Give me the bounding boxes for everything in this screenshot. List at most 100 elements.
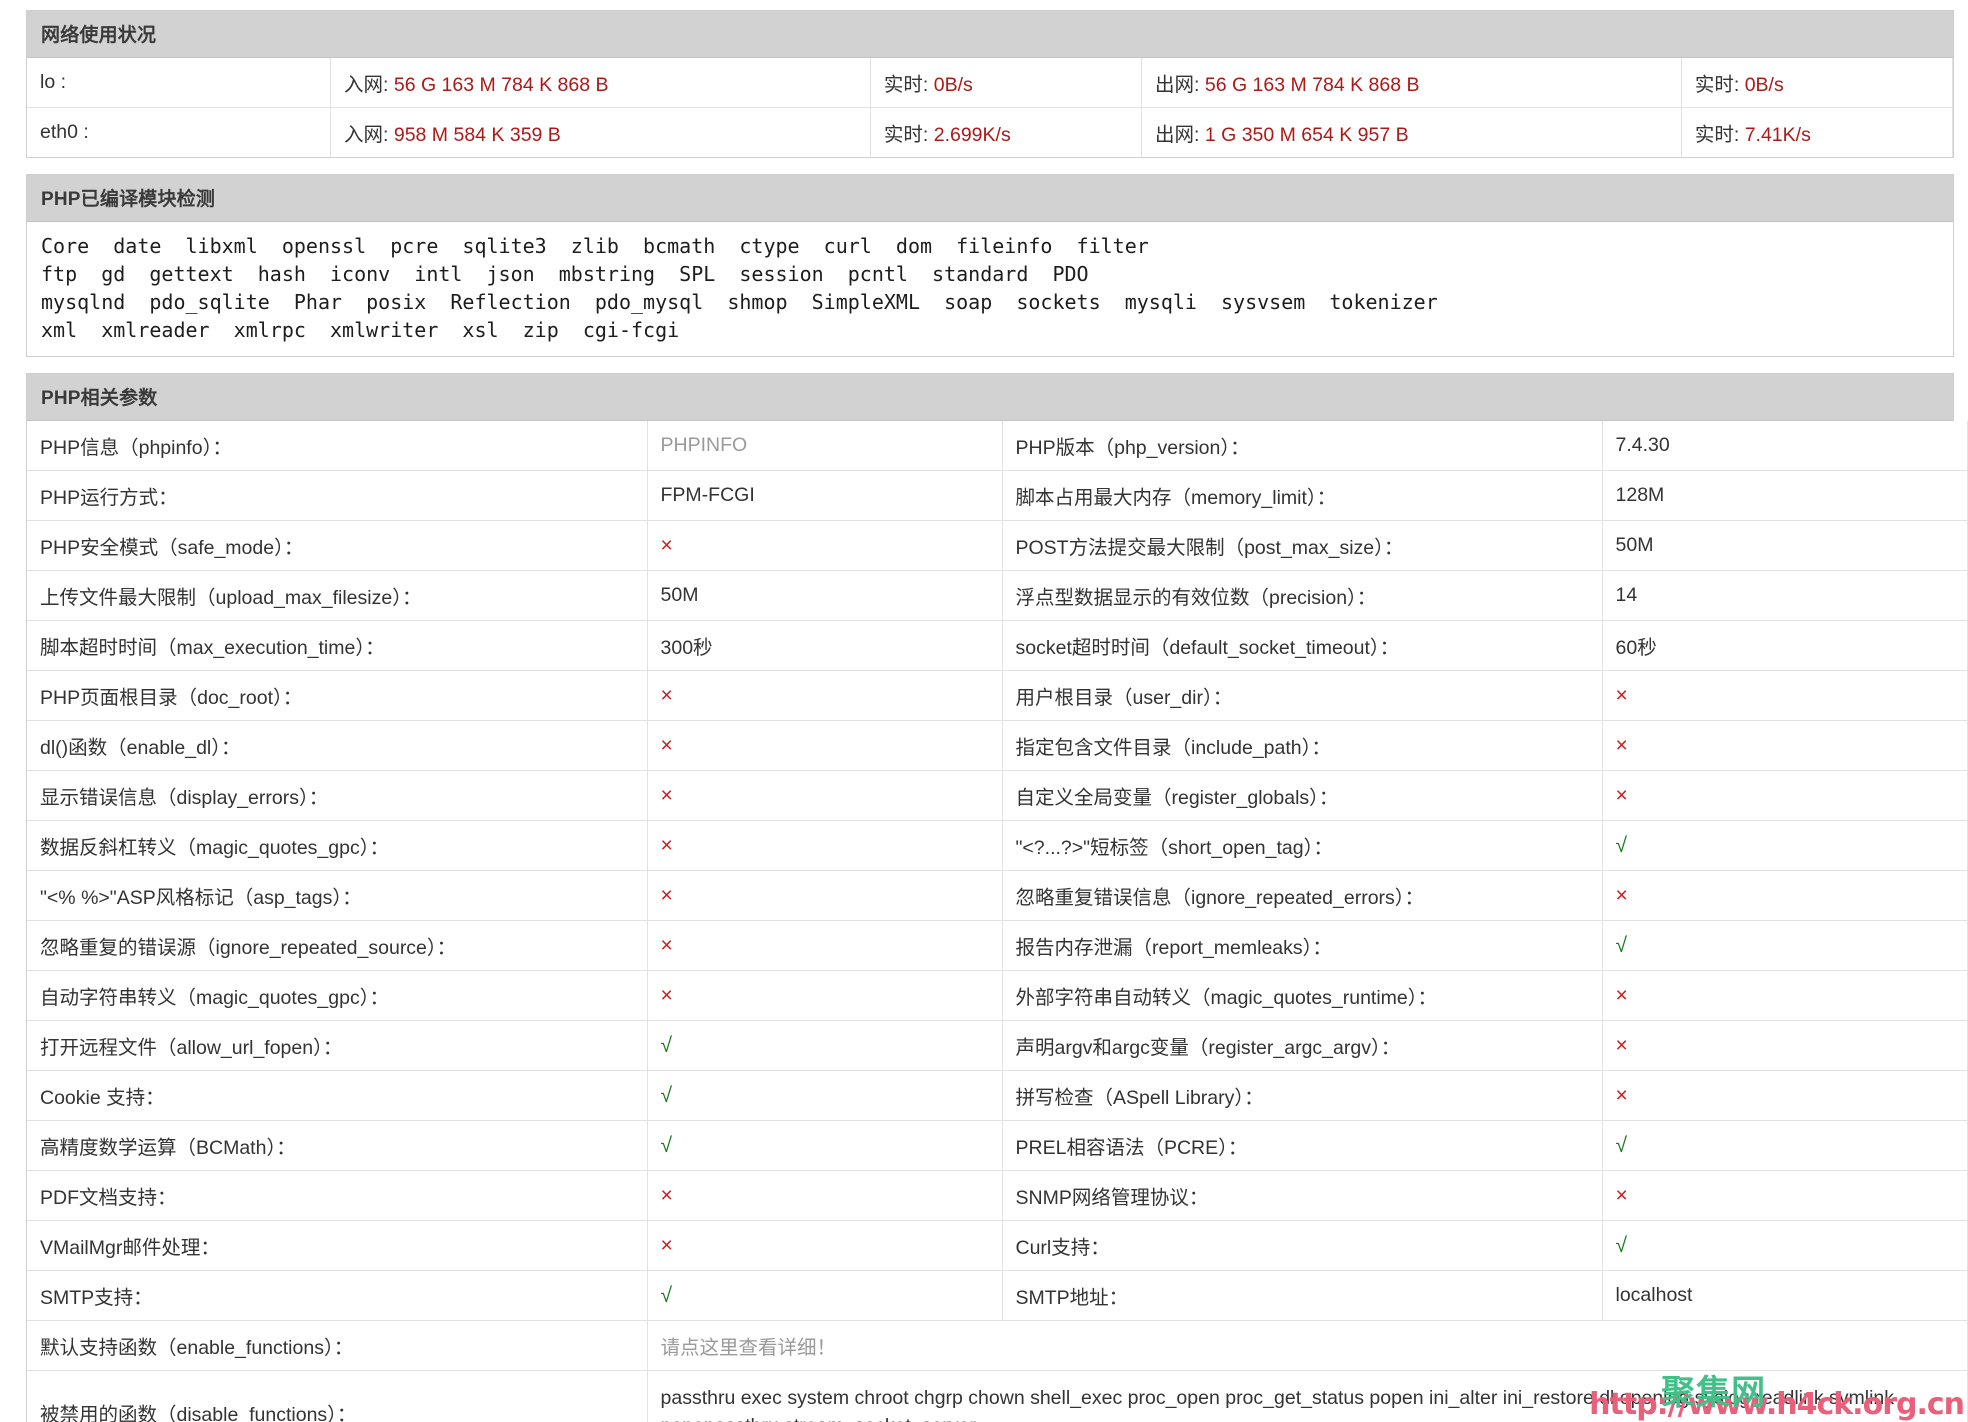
php-parameter-value-text: × bbox=[660, 683, 673, 707]
php-parameter-value-secondary: × bbox=[1602, 870, 1968, 921]
site-watermark: http://www.h4ck.org.cn 聚集网 bbox=[1589, 1376, 1965, 1420]
php-parameter-value-secondary: × bbox=[1602, 1170, 1968, 1221]
php-parameter-value-text[interactable]: PHPINFO bbox=[661, 434, 748, 456]
php-parameter-value: √ bbox=[647, 1070, 1003, 1121]
php-parameter-label: 高精度数学运算（BCMath）： bbox=[27, 1120, 648, 1171]
php-parameter-value: × bbox=[647, 770, 1003, 821]
php-parameter-value-secondary: 50M bbox=[1602, 520, 1968, 571]
network-row: lo : 入网: 56 G 163 M 784 K 868 B 实时: 0B/s 出网… bbox=[27, 58, 1954, 108]
php-parameter-value-secondary-text: 50M bbox=[1615, 534, 1654, 556]
php-parameter-label: 脚本超时时间（max_execution_time）： bbox=[27, 620, 648, 671]
php-parameter-label: PHP运行方式： bbox=[27, 470, 648, 521]
php-modules-panel: PHP已编译模块检测 Core date libxml openssl pcre… bbox=[26, 174, 1954, 357]
php-parameter-value-secondary-text: localhost bbox=[1615, 1284, 1693, 1306]
realtime-label: 实时: bbox=[883, 124, 929, 146]
php-parameter-value-text: × bbox=[660, 733, 673, 757]
inbound-label: 入网: bbox=[344, 124, 389, 146]
php-parameter-value-secondary: × bbox=[1602, 970, 1968, 1021]
enable-functions-label: 默认支持函数（enable_functions）： bbox=[27, 1320, 648, 1371]
enable-functions-value[interactable]: 请点这里查看详细！ bbox=[647, 1320, 1968, 1371]
php-parameter-label-secondary: SNMP网络管理协议： bbox=[1002, 1170, 1603, 1221]
php-parameter-value-secondary: 14 bbox=[1602, 570, 1968, 621]
php-parameter-label: 打开远程文件（allow_url_fopen）： bbox=[27, 1020, 648, 1071]
outbound-value: 56 G 163 M 784 K 868 B bbox=[1204, 74, 1420, 96]
php-parameter-label-secondary: socket超时时间（default_socket_timeout）： bbox=[1002, 620, 1603, 671]
php-parameter-label: 忽略重复的错误源（ignore_repeated_source）： bbox=[27, 920, 648, 971]
php-parameter-value-secondary: 7.4.30 bbox=[1602, 421, 1968, 471]
network-outbound-total: 出网: 56 G 163 M 784 K 868 B bbox=[1141, 58, 1682, 108]
php-parameter-value-text: × bbox=[660, 983, 673, 1007]
php-parameter-value-secondary: √ bbox=[1602, 920, 1968, 971]
php-parameter-value-secondary-text: × bbox=[1615, 783, 1628, 807]
php-parameter-row: 上传文件最大限制（upload_max_filesize）： 50M 浮点型数据显示… bbox=[27, 570, 1968, 621]
php-parameter-value-text: × bbox=[660, 533, 673, 557]
php-parameter-row: PHP页面根目录（doc_root）： × 用户根目录（user_dir）： × bbox=[27, 670, 1968, 721]
php-parameter-label: 自动字符串转义（magic_quotes_gpc）： bbox=[27, 970, 648, 1021]
php-parameter-value-secondary: √ bbox=[1602, 1220, 1968, 1271]
php-parameter-label-secondary: "<?...?>"短标签（short_open_tag）： bbox=[1002, 820, 1603, 871]
php-parameter-label: dl()函数（enable_dl）： bbox=[27, 720, 648, 771]
php-parameter-value-secondary-text: √ bbox=[1615, 933, 1628, 957]
network-inbound-total: 入网: 56 G 163 M 784 K 868 B bbox=[330, 58, 871, 108]
php-parameter-value-secondary-text: × bbox=[1615, 1183, 1628, 1207]
php-parameter-value: × bbox=[647, 870, 1003, 921]
outbound-label: 出网: bbox=[1155, 74, 1200, 96]
network-usage-panel: 网络使用状况 lo : 入网: 56 G 163 M 784 K 868 B 实时:… bbox=[26, 10, 1954, 158]
php-parameter-value-secondary: × bbox=[1602, 670, 1968, 721]
network-table: lo : 入网: 56 G 163 M 784 K 868 B 实时: 0B/s 出网… bbox=[27, 58, 1954, 157]
php-parameter-value: × bbox=[647, 1170, 1003, 1221]
php-parameter-value-text: √ bbox=[660, 1133, 673, 1157]
php-parameter-value-secondary: localhost bbox=[1602, 1270, 1968, 1321]
php-parameter-row: PHP信息（phpinfo）： PHPINFO PHP版本（php_version）… bbox=[27, 421, 1968, 471]
inbound-value: 56 G 163 M 784 K 868 B bbox=[393, 74, 609, 96]
php-parameter-label-secondary: 脚本占用最大内存（memory_limit）： bbox=[1002, 470, 1603, 521]
php-parameter-value: × bbox=[647, 920, 1003, 971]
inbound-realtime-value: 0B/s bbox=[933, 74, 973, 96]
php-parameter-row: SMTP支持： √ SMTP地址： localhost bbox=[27, 1270, 1968, 1321]
php-enable-functions-row: 默认支持函数（enable_functions）： 请点这里查看详细！ bbox=[27, 1320, 1968, 1371]
php-parameter-value-secondary: 60秒 bbox=[1602, 620, 1968, 671]
php-parameter-value-secondary-text: × bbox=[1615, 883, 1628, 907]
php-parameter-label: 数据反斜杠转义（magic_quotes_gpc）： bbox=[27, 820, 648, 871]
network-inbound-realtime: 实时: 2.699K/s bbox=[870, 107, 1143, 157]
php-parameter-value-secondary-text: × bbox=[1615, 733, 1628, 757]
php-parameter-value: √ bbox=[647, 1120, 1003, 1171]
inbound-value: 958 M 584 K 359 B bbox=[393, 124, 561, 146]
php-parameter-value: × bbox=[647, 520, 1003, 571]
php-parameter-label: SMTP支持： bbox=[27, 1270, 648, 1321]
php-parameter-row: 显示错误信息（display_errors）： × 自定义全局变量（register… bbox=[27, 770, 1968, 821]
php-parameter-value-secondary-text: × bbox=[1615, 1083, 1628, 1107]
php-parameter-value-secondary-text: 7.4.30 bbox=[1615, 434, 1670, 456]
php-parameter-label: PDF文档支持： bbox=[27, 1170, 648, 1221]
network-outbound-realtime: 实时: 7.41K/s bbox=[1681, 107, 1954, 157]
php-parameter-label: 上传文件最大限制（upload_max_filesize）： bbox=[27, 570, 648, 621]
realtime-label: 实时: bbox=[1694, 74, 1740, 96]
php-parameter-value-text: √ bbox=[660, 1033, 673, 1057]
php-parameter-value: 300秒 bbox=[647, 620, 1003, 671]
php-parameter-value: × bbox=[647, 1220, 1003, 1271]
php-parameter-value-secondary-text: √ bbox=[1615, 1233, 1628, 1257]
php-parameter-value: × bbox=[647, 970, 1003, 1021]
php-parameter-value-secondary-text: × bbox=[1615, 683, 1628, 707]
php-parameter-value-text: 300秒 bbox=[660, 637, 713, 659]
php-parameter-value-text: √ bbox=[660, 1083, 673, 1107]
php-parameter-label: "<% %>"ASP风格标记（asp_tags）： bbox=[27, 870, 648, 921]
php-parameter-label-secondary: PHP版本（php_version）： bbox=[1002, 421, 1603, 471]
enable-functions-link[interactable]: 请点这里查看详细！ bbox=[661, 1337, 837, 1359]
php-parameters-panel: PHP相关参数 PHP信息（phpinfo）： PHPINFO PHP版本（php_… bbox=[26, 373, 1968, 1422]
php-parameter-row: dl()函数（enable_dl）： × 指定包含文件目录（include_path… bbox=[27, 720, 1968, 771]
php-parameter-value-secondary: √ bbox=[1602, 1120, 1968, 1171]
outbound-label: 出网: bbox=[1155, 124, 1200, 146]
php-parameter-row: "<% %>"ASP风格标记（asp_tags）： × 忽略重复错误信息（ignor… bbox=[27, 870, 1968, 921]
php-parameter-value-text: FPM-FCGI bbox=[660, 484, 755, 506]
php-parameter-label-secondary: POST方法提交最大限制（post_max_size）： bbox=[1002, 520, 1603, 571]
php-parameter-label-secondary: PREL相容语法（PCRE）： bbox=[1002, 1120, 1603, 1171]
network-interface-name: lo : bbox=[27, 58, 332, 108]
php-parameter-value: 50M bbox=[647, 570, 1003, 621]
php-parameter-value[interactable]: PHPINFO bbox=[647, 421, 1003, 471]
php-parameter-row: VMailMgr邮件处理： × Curl支持： √ bbox=[27, 1220, 1968, 1271]
php-parameter-value-text: √ bbox=[660, 1283, 673, 1307]
php-parameter-value-text: × bbox=[660, 783, 673, 807]
php-parameter-value-secondary-text: × bbox=[1615, 983, 1628, 1007]
outbound-realtime-value: 7.41K/s bbox=[1744, 124, 1811, 146]
